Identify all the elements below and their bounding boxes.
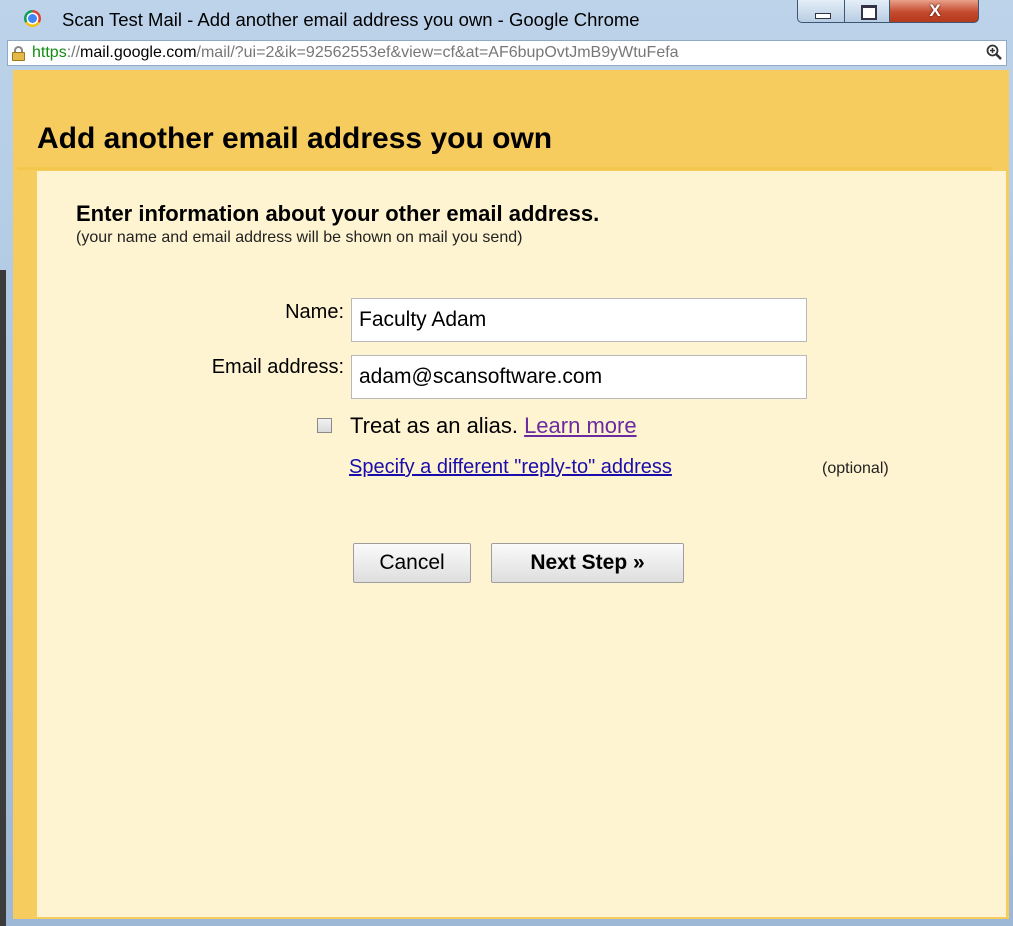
page-content: Add another email address you own Enter … xyxy=(13,70,1009,919)
chrome-logo-icon xyxy=(24,10,41,27)
page-title: Add another email address you own xyxy=(37,122,553,155)
window-title: Scan Test Mail - Add another email addre… xyxy=(62,9,640,30)
name-input[interactable]: Faculty Adam xyxy=(351,298,807,342)
alias-checkbox[interactable] xyxy=(317,418,332,433)
zoom-icon[interactable] xyxy=(986,44,1002,60)
replyto-link-wrap: Specify a different "reply-to" address xyxy=(349,456,672,479)
minimize-button[interactable] xyxy=(797,0,845,23)
lock-icon xyxy=(12,46,25,61)
maximize-button[interactable] xyxy=(844,0,890,23)
url-path: /mail/?ui=2&ik=92562553ef&view=cf&at=AF6… xyxy=(196,44,679,61)
maximize-icon xyxy=(861,5,877,20)
learn-more-link[interactable]: Learn more xyxy=(524,413,637,438)
url-host: mail.google.com xyxy=(80,44,197,61)
instruction-title: Enter information about your other email… xyxy=(76,201,600,226)
title-bar[interactable]: Scan Test Mail - Add another email addre… xyxy=(0,0,1013,34)
address-bar[interactable]: https://mail.google.com/mail/?ui=2&ik=92… xyxy=(7,40,1007,66)
browser-window: Scan Test Mail - Add another email addre… xyxy=(0,0,1013,926)
minimize-icon xyxy=(815,13,831,19)
alias-row: Treat as an alias. Learn more xyxy=(350,413,637,439)
reply-to-link[interactable]: Specify a different "reply-to" address xyxy=(349,456,672,478)
close-icon: X xyxy=(929,1,941,20)
url-scheme: https xyxy=(32,44,67,61)
optional-note: (optional) xyxy=(822,460,889,477)
window-edge xyxy=(0,270,6,926)
url-scheme-separator: :// xyxy=(66,44,81,61)
cancel-button[interactable]: Cancel xyxy=(353,543,471,583)
email-label: Email address: xyxy=(211,356,344,378)
url-text[interactable]: https://mail.google.com/mail/?ui=2&ik=92… xyxy=(32,44,982,62)
section-divider xyxy=(17,167,992,170)
close-button[interactable]: X xyxy=(889,0,979,23)
name-label: Name: xyxy=(285,301,344,323)
email-input[interactable]: adam@scansoftware.com xyxy=(351,355,807,399)
alias-label: Treat as an alias. xyxy=(350,413,518,438)
next-step-button[interactable]: Next Step » xyxy=(491,543,684,583)
instruction-subtitle: (your name and email address will be sho… xyxy=(76,229,523,246)
